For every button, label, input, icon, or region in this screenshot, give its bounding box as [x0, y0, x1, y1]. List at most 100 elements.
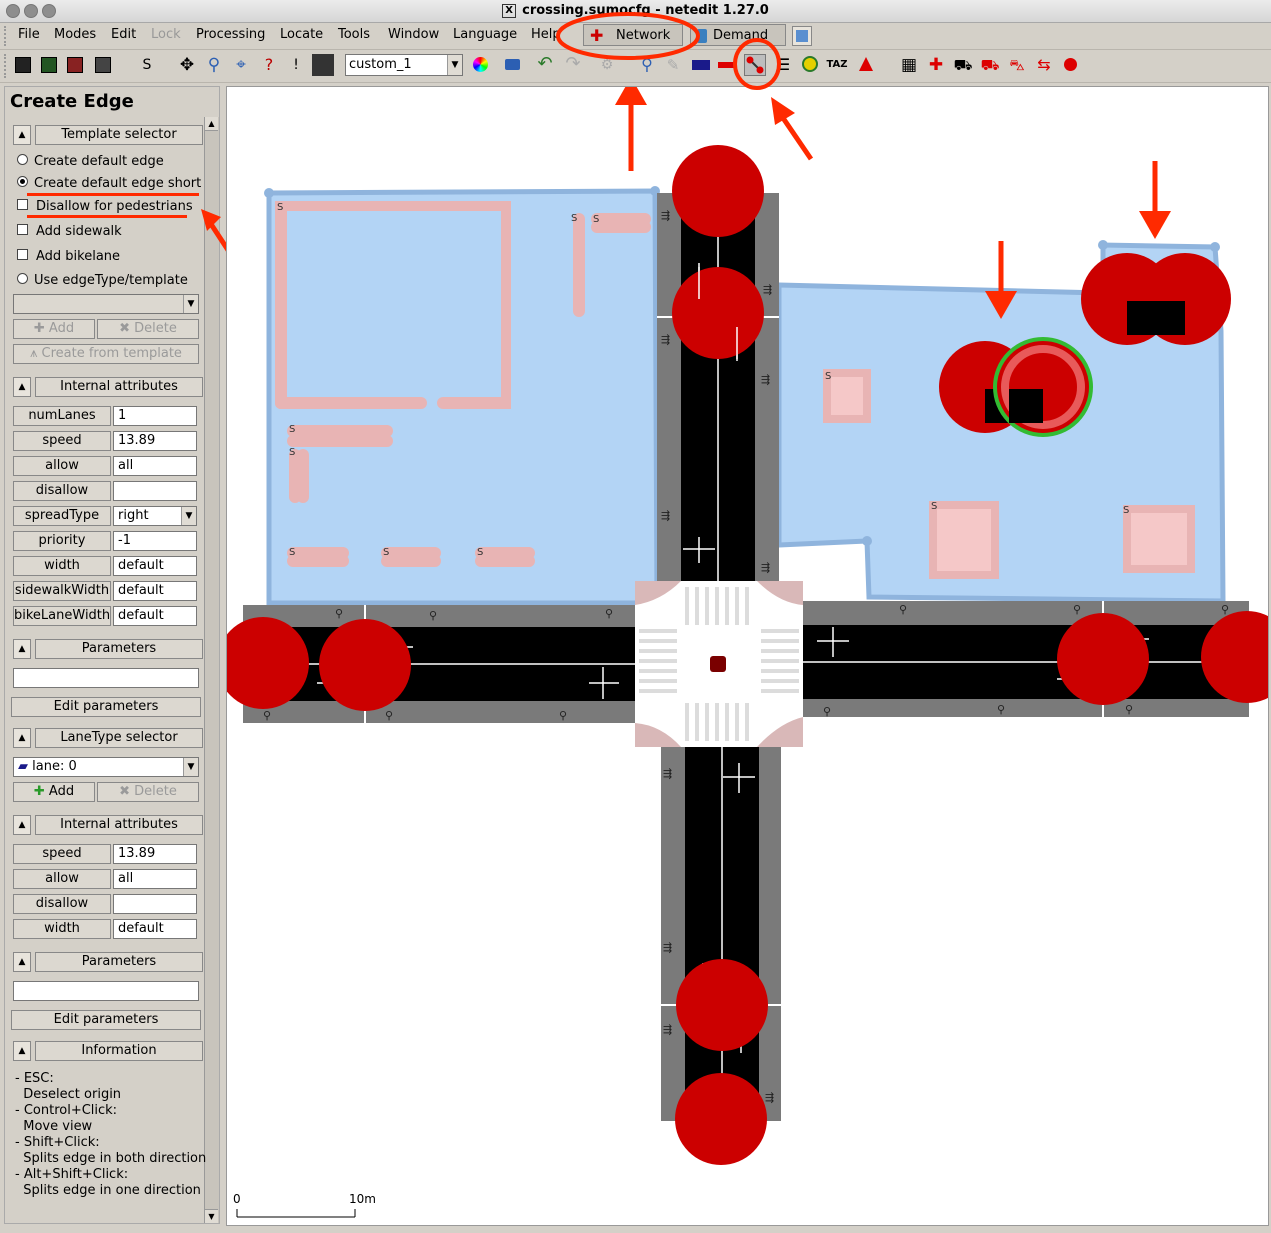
information-title[interactable]: Information: [35, 1041, 203, 1061]
template-delete-button[interactable]: ✖ Delete: [97, 319, 199, 339]
attr-input[interactable]: default: [113, 606, 197, 626]
menu-processing[interactable]: Processing: [196, 27, 265, 42]
inspect-icon[interactable]: ⚲: [636, 54, 658, 76]
supermode-network-button[interactable]: ✚ Network: [583, 24, 683, 46]
collapse-icon[interactable]: ▲: [13, 125, 31, 145]
attr-input[interactable]: -1: [113, 531, 197, 551]
parameters-title[interactable]: Parameters: [35, 639, 203, 659]
lane-attr-allow: allow all: [13, 869, 199, 889]
collapse-icon[interactable]: ▲: [13, 1041, 31, 1061]
menu-file[interactable]: File: [18, 27, 40, 42]
attr-label-button[interactable]: disallow: [13, 481, 111, 501]
s-button[interactable]: S: [136, 54, 158, 76]
help-icon[interactable]: ?: [258, 54, 280, 76]
create-edge-mode-icon[interactable]: [744, 54, 766, 76]
panel-scrollbar[interactable]: ▲ ▼: [204, 117, 219, 1223]
data-mode-button[interactable]: [792, 26, 812, 46]
zoom-icon[interactable]: ⚲: [203, 54, 225, 76]
redo-disabled-icon[interactable]: ⚙: [596, 54, 618, 76]
attr-input[interactable]: default: [113, 919, 197, 939]
attr-input[interactable]: [113, 481, 197, 501]
attr-input[interactable]: default: [113, 581, 197, 601]
attr-input[interactable]: [113, 894, 197, 914]
menu-language[interactable]: Language: [453, 27, 517, 42]
parameters-field[interactable]: [13, 668, 199, 688]
edit-parameters-button[interactable]: Edit parameters: [11, 697, 201, 717]
move-mode-icon[interactable]: [716, 54, 738, 76]
template-selector-title[interactable]: Template selector: [35, 125, 203, 145]
template-combo[interactable]: ▼: [13, 294, 199, 314]
lanetype-delete-button[interactable]: ✖ Delete: [97, 782, 199, 802]
taz-mode-icon[interactable]: TAZ: [826, 54, 848, 76]
collapse-icon[interactable]: ▲: [13, 815, 31, 835]
menu-window[interactable]: Window: [388, 27, 439, 42]
scroll-down-icon[interactable]: ▼: [205, 1209, 218, 1223]
locate-icon[interactable]: ⌖: [230, 54, 252, 76]
network-canvas[interactable]: SSS SSS SSS SS ⇶ ⇶ ⇶ ⇶ ⇶ ⇶ ⚲ ⚲ ⚲ ⚲ ⚲ ⚲ ⚲…: [226, 86, 1269, 1226]
lane-internal-attributes-title[interactable]: Internal attributes: [35, 815, 203, 835]
menu-toggle-icon[interactable]: [312, 54, 334, 76]
car-icon[interactable]: ⛍: [1006, 54, 1028, 76]
lane-parameters-field[interactable]: [13, 981, 199, 1001]
vehicle-red-icon[interactable]: ⛟: [979, 54, 1001, 76]
scroll-up-icon[interactable]: ▲: [205, 117, 218, 131]
lanetype-combo[interactable]: ▰ lane: 0 ▼: [13, 757, 199, 777]
vehicle-mode-icon[interactable]: ⛟: [952, 54, 974, 76]
attr-input[interactable]: all: [113, 869, 197, 889]
lane-edit-parameters-button[interactable]: Edit parameters: [11, 1010, 201, 1030]
check-add-sidewalk[interactable]: Add sidewalk: [17, 224, 122, 239]
traffic-light-mode-icon[interactable]: [800, 54, 822, 76]
attr-label-button[interactable]: allow: [13, 456, 111, 476]
radio-create-default-edge[interactable]: Create default edge: [17, 154, 164, 169]
attr-input[interactable]: 13.89: [113, 844, 197, 864]
lanetype-selector-title[interactable]: LaneType selector: [35, 728, 203, 748]
save-additionals-icon[interactable]: [64, 54, 86, 76]
junction-mode-icon[interactable]: ✚: [925, 54, 947, 76]
lane-parameters-title[interactable]: Parameters: [35, 952, 203, 972]
radio-use-edgetype-template[interactable]: Use edgeType/template: [17, 273, 188, 288]
menu-locate[interactable]: Locate: [280, 27, 323, 42]
collapse-icon[interactable]: ▲: [13, 728, 31, 748]
lanetype-add-button[interactable]: ✚ Add: [13, 782, 95, 802]
network-view[interactable]: SS S SSS S SS SS ⇶⇶⇶⇶ ⇶⇶⚲ ⚲ ⚲⚲ ⚲ ⚲ ⚲ ⚲ ⚲…: [227, 87, 1269, 1226]
check-disallow-pedestrians[interactable]: Disallow for pedestrians: [17, 199, 193, 214]
grid-icon[interactable]: ▦: [898, 54, 920, 76]
save-all-icon[interactable]: [38, 54, 60, 76]
screenshot-icon[interactable]: [502, 54, 524, 76]
menu-tools[interactable]: Tools: [338, 27, 370, 42]
stop-icon[interactable]: [1060, 54, 1082, 76]
save-multiple-icon[interactable]: [92, 54, 114, 76]
undo-icon[interactable]: ↶: [534, 54, 556, 76]
view-scheme-combo[interactable]: custom_1 ▼: [345, 54, 463, 76]
menu-modes[interactable]: Modes: [54, 27, 96, 42]
internal-attributes-title[interactable]: Internal attributes: [35, 377, 203, 397]
attr-label-button[interactable]: allow: [13, 869, 111, 889]
attr-input[interactable]: all: [113, 456, 197, 476]
create-from-template-button[interactable]: ⩚ Create from template: [13, 344, 199, 364]
select-mode-icon[interactable]: [690, 54, 712, 76]
collapse-icon[interactable]: ▲: [13, 377, 31, 397]
tooltip-icon[interactable]: !: [285, 54, 307, 76]
menu-help[interactable]: Help: [531, 27, 561, 42]
swap-direction-icon[interactable]: ⇆: [1033, 54, 1055, 76]
menu-edit[interactable]: Edit: [111, 27, 136, 42]
attr-label-button[interactable]: disallow: [13, 894, 111, 914]
template-add-button[interactable]: ✚ Add: [13, 319, 95, 339]
color-wheel-icon[interactable]: [470, 54, 492, 76]
check-add-bikelane[interactable]: Add bikelane: [17, 249, 120, 264]
attr-input[interactable]: 13.89: [113, 431, 197, 451]
collapse-icon[interactable]: ▲: [13, 952, 31, 972]
radio-create-default-edge-short[interactable]: Create default edge short: [17, 176, 201, 191]
recenter-view-icon[interactable]: ✥: [176, 54, 198, 76]
attr-input[interactable]: 1: [113, 406, 197, 426]
shape-mode-icon[interactable]: [854, 54, 876, 76]
collapse-icon[interactable]: ▲: [13, 639, 31, 659]
supermode-demand-button[interactable]: Demand: [690, 24, 786, 46]
spreadtype-combo[interactable]: right ▼: [113, 506, 197, 526]
prohibition-mode-icon[interactable]: ☰: [772, 54, 794, 76]
delete-mode-icon[interactable]: ✎: [662, 54, 684, 76]
save-icon[interactable]: [12, 54, 34, 76]
attr-input[interactable]: default: [113, 556, 197, 576]
menu-lock[interactable]: Lock: [151, 27, 181, 42]
redo-icon[interactable]: ↷: [562, 54, 584, 76]
